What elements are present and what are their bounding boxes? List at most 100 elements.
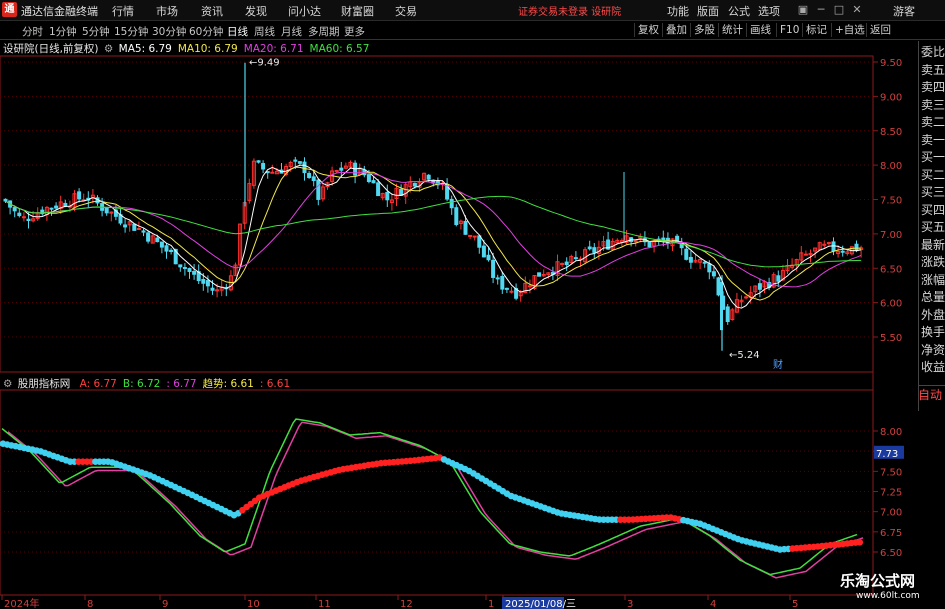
panel-item-18[interactable]: 收益 (921, 359, 945, 375)
indicator-label-1: B: 6.72 (122, 378, 161, 390)
indicator-label-3: 趋势: 6.61 (202, 378, 254, 390)
indicator-frame (0, 389, 874, 596)
ind-tick-label-4: 7.00 (880, 508, 902, 519)
candle-body-154 (711, 271, 716, 277)
main-tick-label-3: 8.00 (880, 161, 902, 172)
candle-body-45 (210, 287, 215, 291)
candle-body-81 (376, 182, 381, 197)
cai-label: 财 (773, 358, 783, 371)
panel-item-10[interactable]: 买五 (921, 219, 945, 235)
candle-body-68 (316, 179, 321, 200)
indicator-label-0: A: 6.77 (79, 378, 117, 390)
candle-body-140 (647, 241, 652, 248)
panel-item-9[interactable]: 买四 (921, 202, 945, 218)
candle-body-137 (633, 240, 638, 243)
ind-tick-label-6: 6.50 (880, 548, 902, 559)
low-label: ←5.24 (729, 350, 760, 361)
main-tick-label-7: 6.00 (880, 299, 902, 310)
candle-body-155 (716, 277, 721, 296)
ma-line-5 (5, 164, 862, 309)
candle-body-97 (449, 198, 454, 209)
indicator-name[interactable]: 股朋指标网 (18, 378, 71, 390)
ind-tick-label-2: 7.50 (880, 467, 902, 478)
x-label-10: 5 (792, 599, 798, 609)
candle-body-164 (757, 283, 762, 290)
panel-item-8[interactable]: 买三 (921, 184, 945, 200)
candle-body-104 (481, 245, 486, 258)
x-label-4: 11 (318, 599, 331, 609)
candle-body-2 (12, 207, 17, 212)
candle-body-180 (831, 241, 836, 252)
candle-body-5 (26, 218, 31, 222)
indicator-gear-icon[interactable]: ⚙ (3, 378, 12, 390)
candle-body-179 (826, 242, 831, 245)
panel-item-5[interactable]: 卖一 (921, 132, 945, 148)
candle-body-41 (192, 270, 197, 275)
main-tick-label-1: 9.00 (880, 92, 902, 103)
panel-item-16[interactable]: 换手 (921, 324, 945, 340)
candle-body-128 (592, 247, 597, 253)
x-label-5: 12 (400, 599, 413, 609)
panel-item-4[interactable]: 卖二 (921, 114, 945, 130)
candle-body-121 (560, 262, 565, 265)
kline-chart: 9.50 9.00 8.50 8.00 7.50 7.00 6.50 6.00 5.50 8.00… (0, 55, 904, 609)
ind-tick-label-3: 7.25 (880, 488, 902, 499)
candle-body-108 (500, 275, 505, 290)
candle-body-36 (169, 249, 174, 252)
x-label-0: 2024年 (4, 597, 39, 609)
candle-body-185 (854, 243, 859, 252)
ind-current-label: 7.73 (876, 449, 898, 460)
candle-body-100 (463, 220, 468, 235)
x-label-9: 4 (710, 599, 716, 609)
x-label-1: 8 (87, 599, 93, 609)
panel-item-0[interactable]: 委比 (921, 44, 945, 60)
candle-body-34 (159, 241, 164, 248)
panel-item-14[interactable]: 总量 (921, 289, 945, 305)
candle-body-116 (537, 272, 542, 277)
indicator-label-2: : 6.77 (166, 378, 197, 390)
candle-body-79 (366, 174, 371, 183)
panel-item-3[interactable]: 卖三 (921, 97, 945, 113)
ind-tick-label-5: 6.75 (880, 528, 902, 539)
panel-item-12[interactable]: 涨跌 (921, 254, 945, 270)
candle-body-106 (491, 259, 496, 278)
candle-body-39 (182, 267, 187, 270)
panel-item-17[interactable]: 净资 (921, 342, 945, 358)
ma-line-60 (5, 195, 862, 268)
panel-item-11[interactable]: 最新 (921, 237, 945, 253)
x-label-7: 2025/01/08/三 (505, 599, 576, 609)
main-tick-label-0: 9.50 (880, 58, 902, 69)
candle-body-127 (587, 246, 592, 250)
panel-item-13[interactable]: 涨幅 (921, 272, 945, 288)
candle-body-29 (136, 227, 141, 230)
candle-body-3 (17, 212, 22, 217)
candle-body-66 (307, 172, 312, 179)
auto-button[interactable]: 自动 (918, 385, 945, 404)
high-label: ←9.49 (249, 58, 280, 69)
candle-body-67 (311, 176, 316, 181)
panel-item-1[interactable]: 卖五 (921, 62, 945, 78)
candle-body-10 (49, 207, 54, 210)
indicator-line-green (1, 418, 858, 576)
watermark-title: 乐淘公式网 (840, 572, 916, 590)
panel-item-6[interactable]: 买一 (921, 149, 945, 165)
panel-item-15[interactable]: 外盘 (921, 307, 945, 323)
candle-body-109 (504, 287, 509, 290)
main-tick-label-2: 8.50 (880, 127, 902, 138)
panel-item-2[interactable]: 卖四 (921, 79, 945, 95)
x-label-8: 3 (627, 599, 633, 609)
main-tick-label-8: 5.50 (880, 333, 902, 344)
candle-body-105 (486, 254, 491, 261)
candle-body-22 (104, 207, 109, 214)
candle-body-157 (725, 306, 730, 323)
main-tick-label-6: 6.50 (880, 264, 902, 275)
main-tick-label-5: 7.00 (880, 230, 902, 241)
candle-body-33 (155, 237, 160, 243)
panel-item-7[interactable]: 买二 (921, 167, 945, 183)
candle-body-153 (707, 263, 712, 273)
candle-body-110 (509, 290, 514, 293)
candle-body-102 (472, 235, 477, 238)
candle-body-152 (702, 261, 707, 264)
candle-body-89 (412, 182, 417, 187)
candle-body-83 (385, 192, 390, 201)
